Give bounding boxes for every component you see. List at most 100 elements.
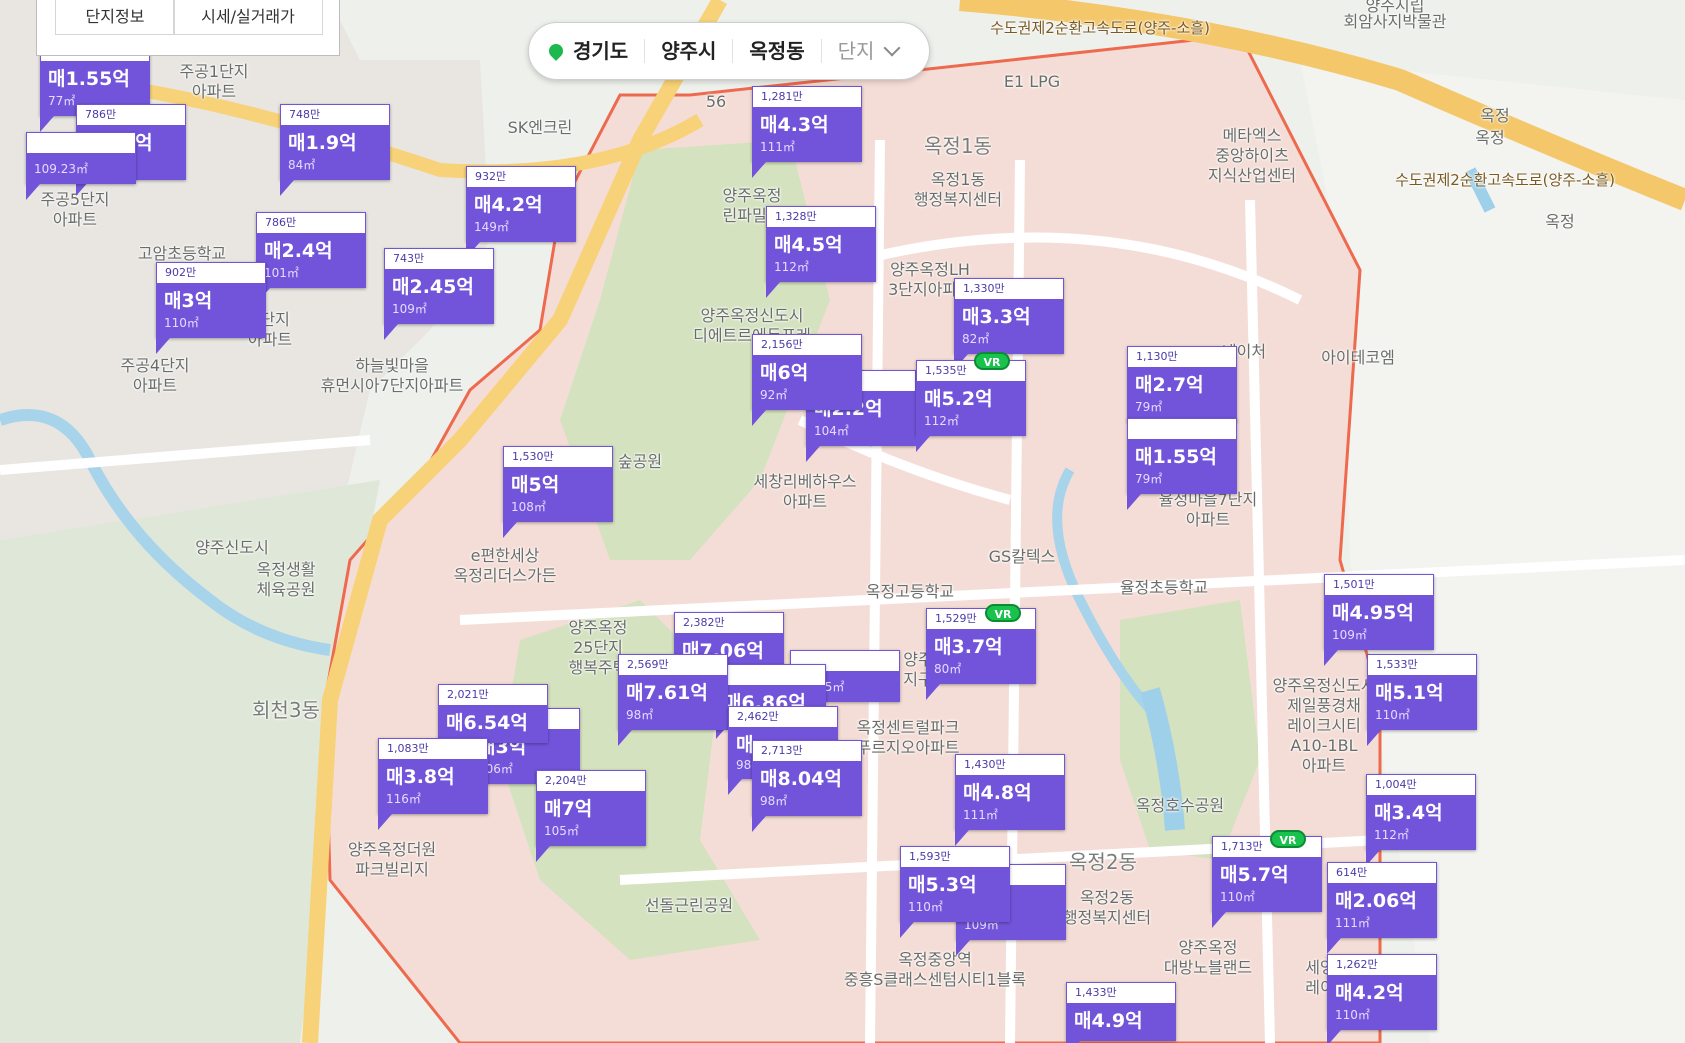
location-pin-icon — [546, 41, 566, 61]
listing-price-per-pyeong: 1,004만 — [1366, 774, 1476, 796]
listing-marker-m11[interactable]: 1,330만 매3.3억 82㎡ — [954, 278, 1064, 370]
marker-pointer — [916, 436, 930, 452]
listing-sale-price: 매2.7억 — [1135, 374, 1204, 396]
listing-sale-price: 매2.45억 — [392, 276, 474, 298]
listing-marker-m13[interactable]: 2,156만 매6억 92㎡ — [752, 334, 862, 426]
listing-area: 111㎡ — [760, 140, 795, 154]
vr-badge[interactable]: VR — [985, 604, 1021, 622]
vr-badge[interactable]: VR — [1270, 830, 1306, 848]
map-label-deowon: 양주옥정더원 파크빌리지 — [347, 840, 437, 879]
map-canvas[interactable]: 수도권제2순환고속도로(양주-소흘) 회암사지박물관 양주시립 옥정 옥정 옥정 수도권제2… — [0, 0, 1685, 1043]
listing-area: 101㎡ — [264, 266, 299, 280]
listing-price-per-pyeong: 1,330만 — [954, 278, 1064, 300]
marker-pointer — [752, 410, 766, 426]
listing-marker-m38[interactable]: 1,433만 매4.9억 — [1066, 982, 1176, 1043]
map-label-epyeonhan: e편한세상 옥정리더스가든 — [453, 546, 557, 585]
listing-marker-m23[interactable]: 2,569만 매7.61억 98㎡ — [618, 654, 728, 746]
region-city[interactable]: 양주시 — [645, 39, 734, 63]
listing-price-per-pyeong: 2,462만 — [728, 706, 838, 728]
map-label-okjeong1dong: 옥정1동 — [924, 134, 992, 158]
map-label-goam-school: 고암초등학교 — [137, 244, 227, 263]
listing-marker-m18[interactable]: 1,501만 매4.95억 109㎡ — [1324, 574, 1434, 666]
listing-marker-m31[interactable]: 1,430만 매4.8억 111㎡ — [955, 754, 1065, 846]
listing-sale-price: 매5.1억 — [1375, 682, 1444, 704]
marker-pointer — [752, 162, 766, 178]
listing-price-per-pyeong: 1,533만 — [1367, 654, 1477, 676]
listing-marker-m30[interactable]: 2,204만 매7억 105㎡ — [536, 770, 646, 862]
tab-complex-info[interactable]: 단지정보 — [55, 0, 175, 35]
marker-pointer — [384, 324, 398, 340]
tab-price-transactions[interactable]: 시세/실거래가 — [173, 0, 323, 35]
listing-sale-price: 매4.3억 — [760, 114, 829, 136]
listing-price-per-pyeong: 1,130만 — [1127, 346, 1237, 368]
listing-sale-price: 매1.55억 — [48, 68, 130, 90]
map-label-sk-enclean: SK엔크린 — [507, 118, 573, 137]
listing-marker-m24[interactable]: 1,529만 매3.7억 80㎡ — [926, 608, 1036, 700]
marker-pointer — [280, 180, 294, 196]
listing-marker-m04[interactable]: 748만 매1.9억 84㎡ — [280, 104, 390, 196]
listing-marker-m14[interactable]: 1,535만 매5.2억 112㎡ — [916, 360, 1026, 452]
listing-marker-m15[interactable]: 1,130만 매2.7억 79㎡ — [1127, 346, 1237, 438]
marker-pointer — [955, 830, 969, 846]
listing-area: 84㎡ — [288, 158, 316, 172]
region-dong[interactable]: 옥정동 — [733, 39, 822, 63]
listing-area: 111㎡ — [963, 808, 998, 822]
map-label-okjeong-sports: 옥정생활 체육공원 — [256, 560, 316, 599]
listing-area: 80㎡ — [934, 662, 962, 676]
listing-marker-m07[interactable]: 743만 매2.45억 109㎡ — [384, 248, 494, 340]
marker-pointer — [766, 282, 780, 298]
listing-marker-m32[interactable]: 1,004만 매3.4억 112㎡ — [1366, 774, 1476, 866]
listing-marker-m29[interactable]: 1,083만매3.8억 116㎡ — [378, 738, 488, 830]
listing-price-per-pyeong: 786만 — [76, 104, 186, 126]
map-label-seondol: 선돌근린공원 — [644, 896, 734, 915]
listing-sale-price: 매6.54억 — [446, 712, 528, 734]
map-label-haneulbit: 하늘빛마을 휴먼시아7단지아파트 — [320, 356, 464, 395]
listing-area: 98㎡ — [760, 794, 788, 808]
listing-price-per-pyeong: 1,593만 — [900, 846, 1010, 868]
listing-price-per-pyeong — [26, 132, 136, 154]
listing-marker-m06[interactable]: 786만 매2.4억 101㎡ — [256, 212, 366, 304]
listing-sale-price: 매4.2억 — [474, 194, 543, 216]
complex-dropdown[interactable]: 단지 — [822, 39, 915, 63]
listing-marker-m37[interactable]: 1,262만 매4.2억 110㎡ — [1327, 954, 1437, 1043]
listing-marker-m08[interactable]: 902만 매3억 110㎡ — [156, 262, 266, 354]
listing-marker-m28[interactable]: 2,713만 매8.04억 98㎡ — [752, 740, 862, 832]
listing-area: 116㎡ — [386, 792, 421, 806]
marker-pointer — [926, 684, 940, 700]
listing-area: 79㎡ — [1135, 472, 1163, 486]
map-label-sechang: 세창리베하우스 아파트 — [753, 472, 857, 511]
marker-pointer — [26, 184, 40, 200]
map-label-junghung: 옥정중앙역 중흥S클래스센텀시티1블록 — [843, 950, 1027, 989]
listing-sale-price: 매5억 — [511, 474, 560, 496]
listing-price-per-pyeong: 1,501만 — [1324, 574, 1434, 596]
marker-pointer — [156, 338, 170, 354]
vr-badge[interactable]: VR — [974, 352, 1010, 370]
listing-sale-price: 매4.95억 — [1332, 602, 1414, 624]
listing-marker-m26[interactable]: 2,021만 매6.54억 — [438, 684, 548, 759]
listing-sale-price: 매3.8억 — [386, 766, 455, 788]
listing-sale-price: 매4.9억 — [1074, 1010, 1143, 1032]
listing-area: 112㎡ — [774, 260, 809, 274]
listing-marker-m10[interactable]: 1,328만 매4.5억 112㎡ — [766, 206, 876, 298]
listing-marker-m09[interactable]: 1,281만 매4.3억 111㎡ — [752, 86, 862, 178]
listing-marker-m34[interactable]: 1,593만 매5.3억 110㎡ — [900, 846, 1010, 938]
listing-marker-m03[interactable]: 109.23㎡ — [26, 132, 136, 200]
marker-pointer — [900, 922, 914, 938]
marker-pointer — [1327, 938, 1341, 954]
listing-area: 105㎡ — [544, 824, 579, 838]
listing-price-per-pyeong: 1,083만 — [378, 738, 488, 760]
listing-marker-m36[interactable]: 614만 매2.06억 111㎡ — [1327, 862, 1437, 954]
listing-marker-m16[interactable]: 매1.55억 79㎡ — [1127, 418, 1237, 510]
map-label-road-metro: 수도권제2순환고속도로(양주-소흘) — [1395, 171, 1615, 189]
region-province[interactable]: 경기도 — [546, 39, 646, 63]
listing-sale-price: 매6억 — [760, 362, 809, 384]
listing-marker-m17[interactable]: 1,530만 매5억 108㎡ — [503, 446, 613, 538]
listing-marker-m19[interactable]: 1,533만 매5.1억 110㎡ — [1367, 654, 1477, 746]
chevron-down-icon — [883, 39, 901, 57]
listing-sale-price: 매8.04억 — [760, 768, 842, 790]
listing-marker-m35[interactable]: 1,713만 매5.7억 110㎡ — [1212, 836, 1322, 928]
listing-area: 111㎡ — [1335, 916, 1370, 930]
listing-sale-price: 매4.5억 — [774, 234, 843, 256]
listing-marker-m05[interactable]: 932만 매4.2억 149㎡ — [466, 166, 576, 258]
map-label-park-forest: 숲공원 — [617, 452, 663, 471]
